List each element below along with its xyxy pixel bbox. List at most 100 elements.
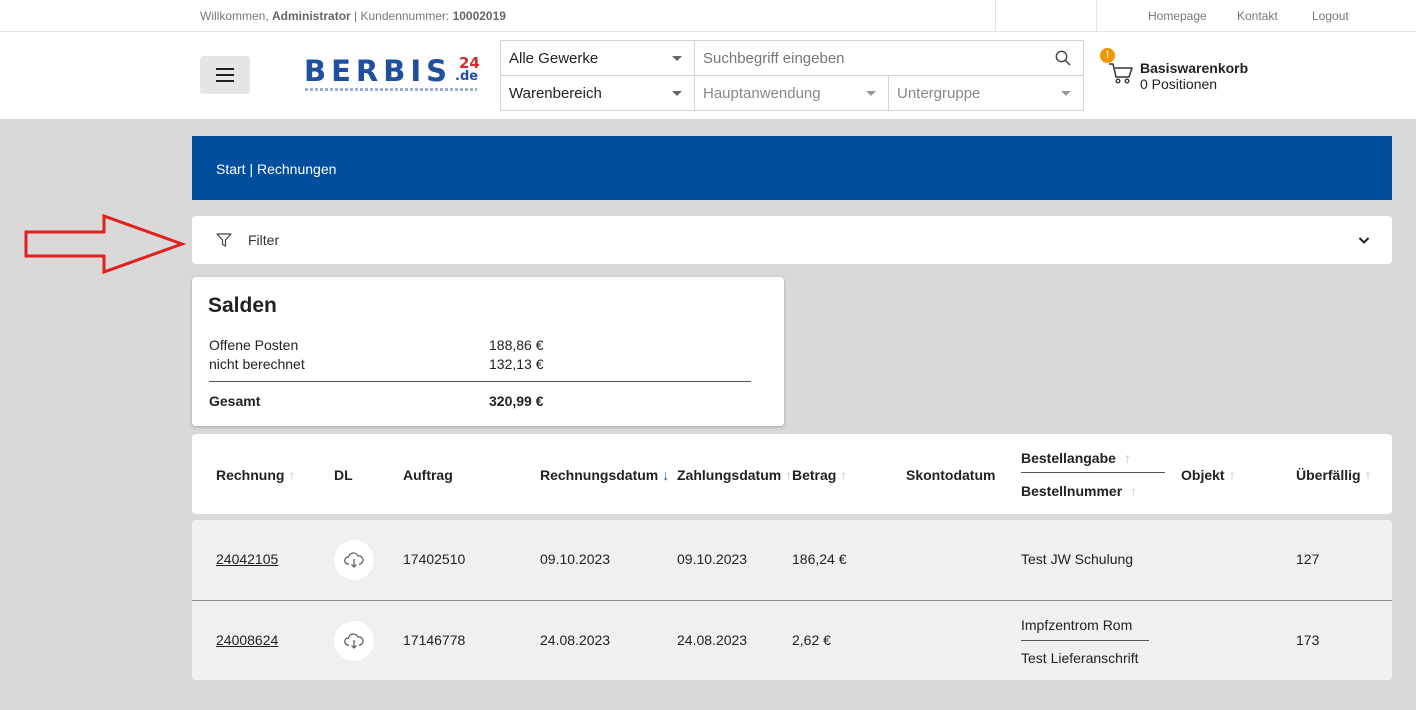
kontakt-link[interactable]: Kontakt [1237, 9, 1278, 23]
cart-button[interactable]: ! Basiswarenkorb 0 Positionen [1100, 48, 1300, 98]
sort-up-icon: ↑ [840, 467, 848, 483]
search-panel: Alle Gewerke Warenbereich Hauptanwendung… [500, 40, 1084, 111]
column-header-label: Überfällig [1296, 467, 1361, 483]
column-header-label: Bestellnummer [1021, 483, 1123, 499]
salden-title: Salden [208, 294, 277, 317]
column-header-auftrag: Auftrag [403, 467, 453, 483]
filter-icon [216, 233, 232, 247]
cart-title: Basiswarenkorb [1140, 60, 1249, 76]
filter-label: Filter [248, 232, 280, 248]
table-row: 24042105 17402510 09.10.2023 09.10.2023 … [192, 520, 1392, 600]
invoice-table-body: 24042105 17402510 09.10.2023 09.10.2023 … [192, 520, 1392, 680]
salden-row-value: 188,86 € [489, 337, 544, 353]
homepage-link[interactable]: Homepage [1148, 9, 1207, 23]
main-header: BERBIS 24 .de Alle Gewerke Warenbereich … [0, 32, 1416, 119]
warenbereich-select[interactable]: Warenbereich [501, 76, 695, 111]
shopping-cart-icon [1109, 63, 1133, 84]
column-header-bestellangabe[interactable]: Bestellangabe ↑ [1021, 450, 1131, 466]
column-header-label: Zahlungsdatum [677, 467, 782, 483]
chevron-down-icon [1061, 91, 1071, 96]
welcome-prefix: Willkommen, [200, 9, 269, 23]
header-divider [1021, 472, 1165, 473]
breadcrumb-start-link[interactable]: Start [216, 161, 246, 177]
column-header-bestellnummer[interactable]: Bestellnummer ↑ [1021, 483, 1137, 499]
invoice-number-link[interactable]: 24042105 [216, 551, 278, 567]
rechnungsdatum-cell: 24.08.2023 [540, 632, 611, 648]
sort-up-icon: ↑ [1228, 467, 1236, 483]
hamburger-menu-button[interactable] [200, 56, 250, 94]
hauptanwendung-select[interactable]: Hauptanwendung [695, 76, 889, 111]
column-header-dl: DL [334, 467, 353, 483]
untergruppe-value: Untergruppe [897, 85, 981, 102]
ueberfaellig-cell: 173 [1296, 632, 1320, 648]
untergruppe-select[interactable]: Untergruppe [889, 76, 1083, 111]
chevron-down-icon [1358, 237, 1370, 244]
customer-label: | Kundennummer: [354, 9, 450, 23]
ueberfaellig-cell: 127 [1296, 551, 1320, 567]
column-header-zahlungsdatum[interactable]: Zahlungsdatum ↑ [677, 467, 792, 483]
berbis-logo[interactable]: BERBIS 24 .de [303, 56, 483, 96]
column-header-betrag[interactable]: Betrag ↑ [792, 467, 847, 483]
column-header-label: Betrag [792, 467, 837, 483]
auftrag-cell: 17402510 [403, 551, 466, 567]
search-input[interactable] [703, 49, 1043, 67]
warenbereich-value: Warenbereich [509, 85, 602, 102]
column-header-label: DL [334, 467, 353, 483]
cart-count: 0 Positionen [1140, 76, 1218, 92]
salden-row-label: Offene Posten [209, 337, 299, 353]
bestellnummer-cell: Test Lieferanschrift [1021, 650, 1139, 666]
salden-total-value: 320,99 € [489, 393, 544, 409]
search-field[interactable] [695, 41, 1083, 76]
sort-up-icon: ↑ [1130, 483, 1138, 499]
divider [995, 0, 996, 31]
zahlungsdatum-cell: 09.10.2023 [677, 551, 748, 567]
logo-tagline-graphic [305, 88, 477, 91]
zahlungsdatum-cell: 24.08.2023 [677, 632, 748, 648]
hamburger-icon [216, 68, 234, 82]
column-header-label: Rechnung [216, 467, 285, 483]
download-button[interactable] [334, 540, 374, 580]
breadcrumb: Start | Rechnungen [216, 161, 336, 177]
column-header-rechnungsdatum[interactable]: Rechnungsdatum ↓ [540, 467, 669, 483]
betrag-cell: 186,24 € [792, 551, 847, 567]
column-header-label: Bestellangabe [1021, 450, 1116, 466]
logout-link[interactable]: Logout [1312, 9, 1349, 23]
salden-row-value: 132,13 € [489, 356, 544, 372]
rechnungsdatum-cell: 09.10.2023 [540, 551, 611, 567]
breadcrumb-separator: | [249, 161, 254, 177]
logo-tld: .de [455, 69, 479, 84]
column-header-label: Auftrag [403, 467, 453, 483]
column-header-rechnung[interactable]: Rechnung ↑ [216, 467, 295, 483]
table-row: 24008624 17146778 24.08.2023 24.08.2023 … [192, 600, 1392, 680]
welcome-text: Willkommen, Administrator | Kundennummer… [200, 9, 506, 23]
column-header-skontodatum: Skontodatum [906, 467, 995, 483]
logo-wordmark: BERBIS [304, 54, 453, 88]
sort-up-icon: ↑ [288, 467, 296, 483]
column-header-label: Objekt [1181, 467, 1225, 483]
divider [1096, 0, 1097, 31]
breadcrumb-banner: Start | Rechnungen [192, 136, 1392, 200]
column-header-ueberfaellig[interactable]: Überfällig ↑ [1296, 467, 1372, 483]
annotation-arrow-icon [24, 214, 186, 274]
column-header-label: Rechnungsdatum [540, 467, 659, 483]
chevron-down-icon [866, 91, 876, 96]
column-header-label: Skontodatum [906, 467, 996, 483]
download-button[interactable] [334, 621, 374, 661]
cell-divider [1021, 640, 1149, 641]
column-header-objekt[interactable]: Objekt ↑ [1181, 467, 1236, 483]
auftrag-cell: 17146778 [403, 632, 466, 648]
gewerke-value: Alle Gewerke [509, 49, 599, 67]
invoice-number-link[interactable]: 24008624 [216, 632, 278, 648]
salden-card: Salden Offene Posten 188,86 € nicht bere… [192, 277, 784, 426]
salden-divider [209, 381, 751, 382]
search-icon[interactable] [1055, 50, 1071, 66]
user-name: Administrator [272, 9, 351, 23]
salden-row-label: nicht berechnet [209, 356, 305, 372]
filter-toggle[interactable]: Filter [192, 216, 1392, 264]
sort-down-icon: ↓ [662, 467, 670, 483]
sort-up-icon: ↑ [1364, 467, 1372, 483]
bestellangabe-cell: Test JW Schulung [1021, 551, 1134, 567]
cart-alert-badge: ! [1100, 48, 1115, 63]
sort-up-icon: ↑ [1123, 450, 1131, 466]
gewerke-select[interactable]: Alle Gewerke [501, 41, 695, 76]
